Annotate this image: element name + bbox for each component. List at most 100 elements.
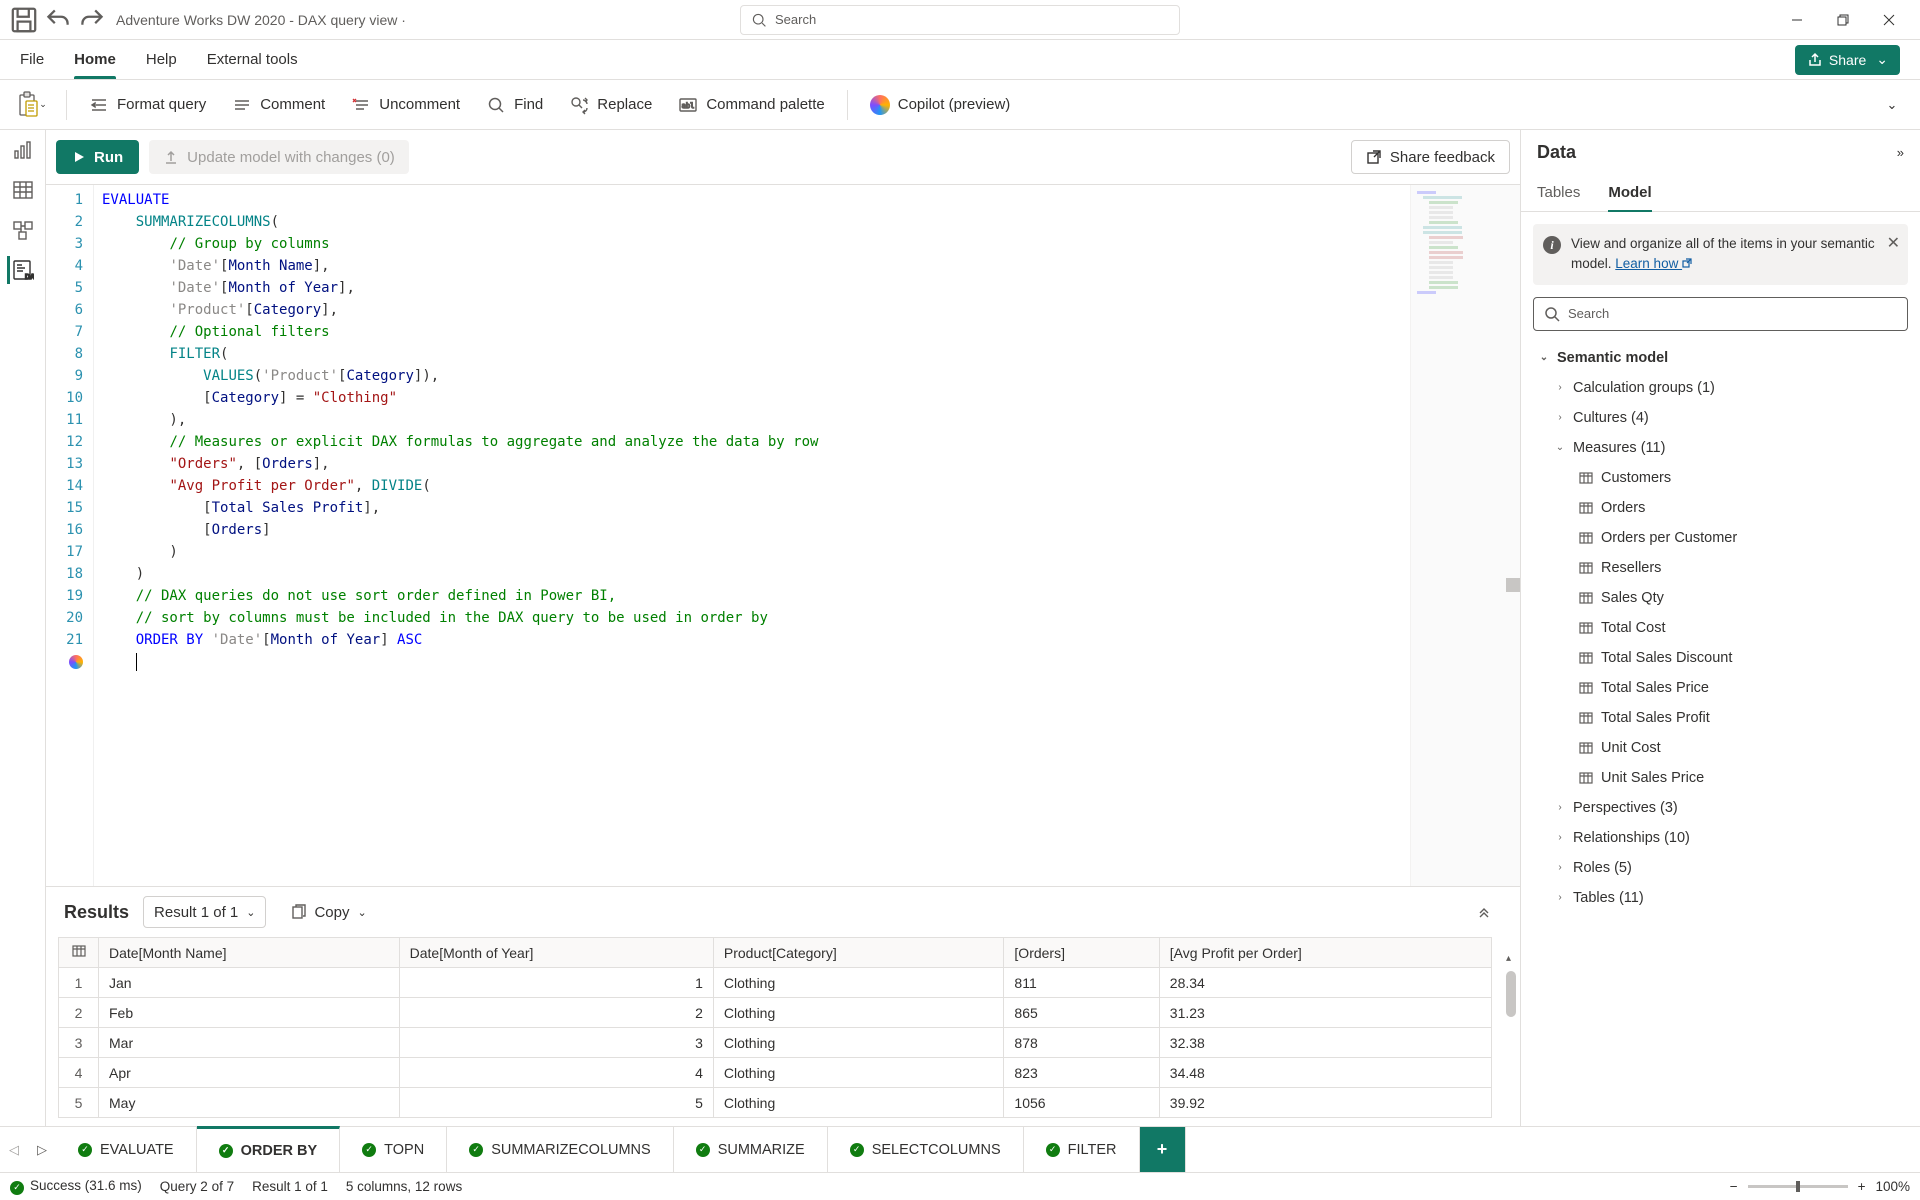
query-tab-filter[interactable]: ✓FILTER	[1024, 1127, 1140, 1172]
save-icon[interactable]	[8, 4, 40, 36]
tree-node[interactable]: ⌄Measures (11)	[1529, 433, 1912, 463]
scroll-tabs-left[interactable]: ◁	[0, 1127, 28, 1172]
measure-icon	[1577, 771, 1595, 785]
command-palette-button[interactable]: abl Command palette	[668, 87, 834, 123]
measure-icon	[1577, 621, 1595, 635]
global-search-input[interactable]: Search	[740, 5, 1180, 35]
tree-node[interactable]: ›Perspectives (3)	[1529, 793, 1912, 823]
check-icon: ✓	[78, 1143, 92, 1157]
share-button[interactable]: Share ⌄	[1795, 45, 1900, 75]
query-tab-summarize[interactable]: ✓SUMMARIZE	[674, 1127, 828, 1172]
measure-icon	[1577, 591, 1595, 605]
zoom-out-button[interactable]: −	[1730, 1179, 1738, 1194]
replace-button[interactable]: Replace	[559, 87, 662, 123]
data-tab-model[interactable]: Model	[1608, 174, 1651, 211]
query-tab-summarizecolumns[interactable]: ✓SUMMARIZECOLUMNS	[447, 1127, 674, 1172]
dax-view-icon[interactable]: DAX	[7, 256, 35, 284]
column-header[interactable]: Date[Month Name]	[99, 938, 400, 968]
measure-icon	[1577, 561, 1595, 575]
learn-how-link[interactable]: Learn how	[1615, 256, 1692, 271]
status-result: Result 1 of 1	[252, 1179, 328, 1194]
window-title: Adventure Works DW 2020 - DAX query view…	[116, 12, 406, 28]
scroll-tabs-right[interactable]: ▷	[28, 1127, 56, 1172]
tree-node[interactable]: Total Sales Profit	[1529, 703, 1912, 733]
check-icon: ✓	[362, 1143, 376, 1157]
query-tab-selectcolumns[interactable]: ✓SELECTCOLUMNS	[828, 1127, 1024, 1172]
comment-button[interactable]: Comment	[222, 87, 335, 123]
data-search-input[interactable]: Search	[1533, 297, 1908, 331]
column-header[interactable]: [Orders]	[1004, 938, 1159, 968]
add-query-tab-button[interactable]: +	[1140, 1127, 1186, 1172]
table-row[interactable]: 3Mar3Clothing87832.38	[59, 1028, 1492, 1058]
model-view-icon[interactable]	[9, 216, 37, 244]
data-tab-tables[interactable]: Tables	[1537, 174, 1580, 211]
collapse-ribbon-button[interactable]: ⌄	[1874, 87, 1910, 123]
zoom-slider[interactable]	[1748, 1185, 1848, 1188]
tree-node[interactable]: Unit Sales Price	[1529, 763, 1912, 793]
undo-icon[interactable]	[42, 4, 74, 36]
share-feedback-button[interactable]: Share feedback	[1351, 140, 1510, 174]
paste-button[interactable]: ⌄	[10, 87, 54, 123]
results-title: Results	[64, 902, 129, 923]
query-tab-order-by[interactable]: ✓ORDER BY	[197, 1126, 341, 1172]
result-selector[interactable]: Result 1 of 1 ⌄	[143, 896, 266, 928]
minimap[interactable]	[1410, 185, 1520, 886]
tree-node[interactable]: ›Relationships (10)	[1529, 823, 1912, 853]
svg-text:DAX: DAX	[25, 274, 34, 281]
tree-node[interactable]: Customers	[1529, 463, 1912, 493]
maximize-button[interactable]	[1820, 0, 1866, 40]
ribbon-tab-external-tools[interactable]: External tools	[207, 40, 298, 79]
minimize-button[interactable]	[1774, 0, 1820, 40]
copilot-button[interactable]: Copilot (preview)	[860, 87, 1021, 123]
tree-node[interactable]: Unit Cost	[1529, 733, 1912, 763]
ribbon-tab-file[interactable]: File	[20, 40, 44, 79]
tree-node[interactable]: ›Cultures (4)	[1529, 403, 1912, 433]
redo-icon[interactable]	[76, 4, 108, 36]
table-row[interactable]: 4Apr4Clothing82334.48	[59, 1058, 1492, 1088]
tree-node[interactable]: ›Calculation groups (1)	[1529, 373, 1912, 403]
run-button[interactable]: Run	[56, 140, 139, 174]
tree-node[interactable]: Resellers	[1529, 553, 1912, 583]
uncomment-button[interactable]: Uncomment	[341, 87, 470, 123]
format-query-button[interactable]: Format query	[79, 87, 216, 123]
ribbon-tab-home[interactable]: Home	[74, 40, 116, 79]
results-scrollbar[interactable]	[1504, 967, 1518, 1126]
collapse-results-button[interactable]	[1466, 894, 1502, 930]
tree-node[interactable]: Total Cost	[1529, 613, 1912, 643]
chevron-down-icon: ⌄	[39, 99, 47, 110]
minimap-slider[interactable]	[1506, 578, 1520, 592]
close-info-button[interactable]: ✕	[1887, 232, 1900, 256]
tree-node[interactable]: Total Sales Discount	[1529, 643, 1912, 673]
code-editor[interactable]: EVALUATE SUMMARIZECOLUMNS( // Group by c…	[94, 185, 1410, 886]
table-row[interactable]: 1Jan1Clothing81128.34	[59, 968, 1492, 998]
play-icon	[72, 150, 86, 164]
table-view-icon[interactable]	[9, 176, 37, 204]
query-tab-topn[interactable]: ✓TOPN	[340, 1127, 447, 1172]
zoom-in-button[interactable]: +	[1858, 1179, 1866, 1194]
tree-node[interactable]: ›Roles (5)	[1529, 853, 1912, 883]
tree-node[interactable]: Total Sales Price	[1529, 673, 1912, 703]
tree-node[interactable]: ›Tables (11)	[1529, 883, 1912, 913]
ribbon-tab-help[interactable]: Help	[146, 40, 177, 79]
tree-node[interactable]: Orders per Customer	[1529, 523, 1912, 553]
find-button[interactable]: Find	[476, 87, 553, 123]
collapse-panel-button[interactable]: »	[1897, 145, 1904, 160]
data-panel-title: Data	[1537, 142, 1576, 163]
copy-button[interactable]: Copy ⌄	[280, 896, 376, 928]
report-view-icon[interactable]	[9, 136, 37, 164]
tree-node[interactable]: ⌄Semantic model	[1529, 343, 1912, 373]
table-row[interactable]: 2Feb2Clothing86531.23	[59, 998, 1492, 1028]
tree-node[interactable]: Sales Qty	[1529, 583, 1912, 613]
status-query: Query 2 of 7	[160, 1179, 234, 1194]
measure-icon	[1577, 711, 1595, 725]
tree-node[interactable]: Orders	[1529, 493, 1912, 523]
results-grid[interactable]: Date[Month Name]Date[Month of Year]Produ…	[46, 937, 1520, 1126]
column-header[interactable]: [Avg Profit per Order]	[1159, 938, 1491, 968]
close-button[interactable]	[1866, 0, 1912, 40]
copy-icon	[290, 904, 306, 920]
column-header[interactable]: Date[Month of Year]	[399, 938, 713, 968]
measure-icon	[1577, 531, 1595, 545]
table-row[interactable]: 5May5Clothing105639.92	[59, 1088, 1492, 1118]
query-tab-evaluate[interactable]: ✓EVALUATE	[56, 1127, 197, 1172]
column-header[interactable]: Product[Category]	[713, 938, 1004, 968]
